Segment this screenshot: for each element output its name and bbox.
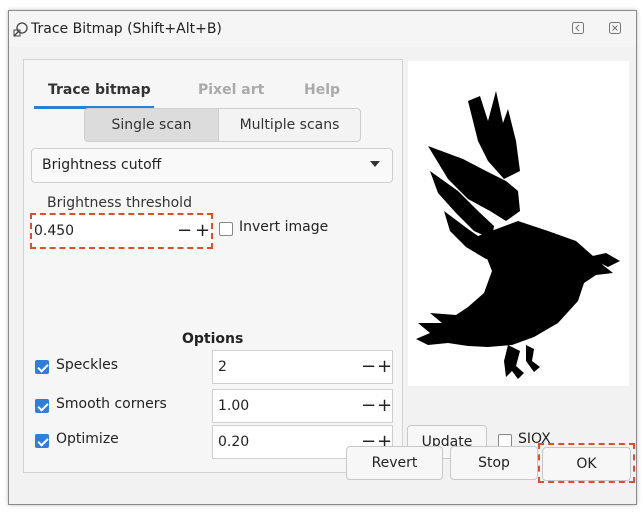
trace-bitmap-dialog: Trace Bitmap (Shift+Alt+B) Trace bitmap … [8,10,637,505]
crow-silhouette-icon [416,91,620,379]
speckles-spinner: 2 − + [212,350,393,384]
speckles-label: Speckles [56,357,118,373]
decrement-button[interactable]: − [361,397,376,415]
optimize-label: Optimize [56,431,119,447]
tab-help[interactable]: Help [304,82,340,98]
tab-trace-bitmap[interactable]: Trace bitmap [48,82,151,98]
options-heading: Options [182,331,244,347]
title-bar[interactable]: Trace Bitmap (Shift+Alt+B) [9,11,636,47]
trace-mode-value: Brightness cutoff [42,157,162,173]
trace-mode-dropdown[interactable]: Brightness cutoff [31,148,393,183]
brightness-threshold-input[interactable]: 0.450 [34,223,74,239]
close-icon[interactable] [608,21,622,35]
smooth-corners-spinner: 1.00 − + [212,389,393,423]
invert-image-label: Invert image [239,219,329,235]
increment-button[interactable]: + [377,397,392,415]
chevron-down-icon [370,161,380,167]
invert-image-checkbox[interactable] [219,222,233,236]
stop-button[interactable]: Stop [450,446,538,480]
smooth-corners-input[interactable]: 1.00 [218,398,249,414]
optimize-checkbox[interactable] [35,434,49,448]
revert-button[interactable]: Revert [346,446,443,480]
brightness-threshold-spinner: 0.450 − + [30,213,213,249]
minimize-icon[interactable] [571,21,585,35]
window-title: Trace Bitmap (Shift+Alt+B) [31,21,222,37]
brightness-threshold-label: Brightness threshold [47,195,192,211]
smooth-corners-label: Smooth corners [56,396,167,412]
decrement-button[interactable]: − [361,358,376,376]
optimize-input[interactable]: 0.20 [218,434,249,450]
ok-highlight: OK [538,443,635,483]
speckles-checkbox[interactable] [35,360,49,374]
ok-button[interactable]: OK [542,447,631,481]
tab-pixel-art[interactable]: Pixel art [198,82,264,98]
increment-button[interactable]: + [377,358,392,376]
trace-bitmap-icon [13,22,28,37]
single-scan-button[interactable]: Single scan [84,108,219,142]
increment-button[interactable]: + [195,222,210,240]
decrement-button[interactable]: − [177,222,192,240]
smooth-corners-checkbox[interactable] [35,399,49,413]
speckles-input[interactable]: 2 [218,359,227,375]
trace-preview [408,61,629,386]
multiple-scans-button[interactable]: Multiple scans [218,108,361,142]
